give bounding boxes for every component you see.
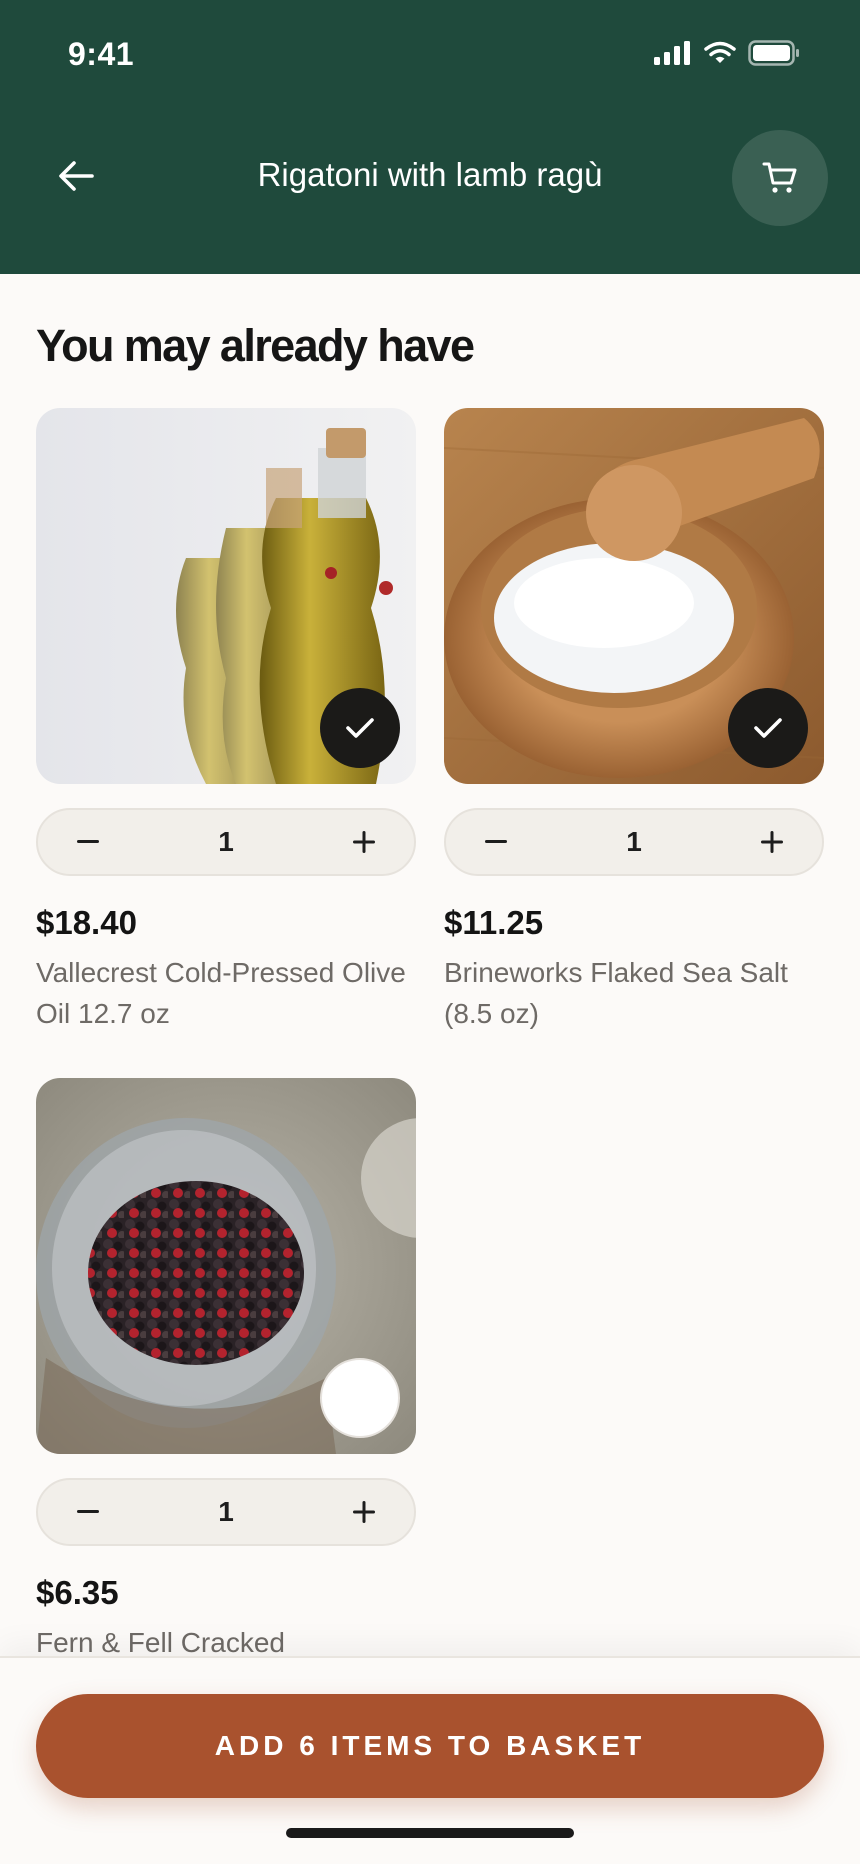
minus-icon <box>77 1510 99 1513</box>
decrease-button[interactable] <box>476 822 516 862</box>
product-card-peppercorns: 1 $6.35 Fern & Fell Cracked <box>36 1078 416 1663</box>
status-icons <box>654 40 800 66</box>
check-icon <box>346 718 374 738</box>
quantity-stepper: 1 <box>444 808 824 876</box>
peppercorn-jar-image <box>36 1078 416 1454</box>
footer-bar: ADD 6 ITEMS TO BASKET <box>0 1656 860 1864</box>
olive-oil-bottles-image <box>36 408 416 784</box>
quantity-stepper: 1 <box>36 808 416 876</box>
status-time: 9:41 <box>68 36 135 72</box>
cart-button[interactable] <box>732 130 828 226</box>
product-card-sea-salt: 1 $11.25 Brineworks Flaked Sea Salt (8.5… <box>444 408 824 1034</box>
cellular-signal-icon <box>654 41 690 65</box>
quantity-stepper: 1 <box>36 1478 416 1546</box>
product-price: $18.40 <box>36 904 137 941</box>
product-price: $6.35 <box>36 1574 119 1611</box>
selected-checkmark[interactable] <box>320 688 400 768</box>
increase-button[interactable] <box>344 1492 384 1532</box>
minus-icon <box>77 840 99 843</box>
plus-icon <box>352 831 375 853</box>
plus-icon <box>352 1501 375 1523</box>
decrease-button[interactable] <box>68 822 108 862</box>
check-icon <box>754 718 782 738</box>
home-indicator <box>286 1828 574 1838</box>
section-title: You may already have <box>36 320 475 371</box>
app-header: 9:41 Rigatoni with lamb ragù <box>0 0 860 274</box>
product-name: Vallecrest Cold-Pressed Olive Oil 12.7 o… <box>36 957 406 1029</box>
product-name: Brineworks Flaked Sea Salt (8.5 oz) <box>444 957 788 1029</box>
unselected-checkbox[interactable] <box>320 1358 400 1438</box>
selected-checkmark[interactable] <box>728 688 808 768</box>
increase-button[interactable] <box>344 822 384 862</box>
decrease-button[interactable] <box>68 1492 108 1532</box>
quantity-value: 1 <box>626 826 642 857</box>
page-title: Rigatoni with lamb ragù <box>257 156 603 193</box>
increase-button[interactable] <box>752 822 792 862</box>
battery-icon <box>748 40 799 66</box>
product-card-olive-oil: 1 $18.40 Vallecrest Cold-Pressed Olive O… <box>36 408 416 1034</box>
product-price: $11.25 <box>444 904 544 941</box>
cart-icon <box>762 162 797 193</box>
wifi-icon <box>704 41 736 63</box>
plus-icon <box>760 831 783 853</box>
quantity-value: 1 <box>218 1496 234 1527</box>
add-to-basket-button[interactable]: ADD 6 ITEMS TO BASKET <box>36 1694 824 1798</box>
quantity-value: 1 <box>218 826 234 857</box>
minus-icon <box>485 840 507 843</box>
sea-salt-bowl-image <box>444 408 824 784</box>
